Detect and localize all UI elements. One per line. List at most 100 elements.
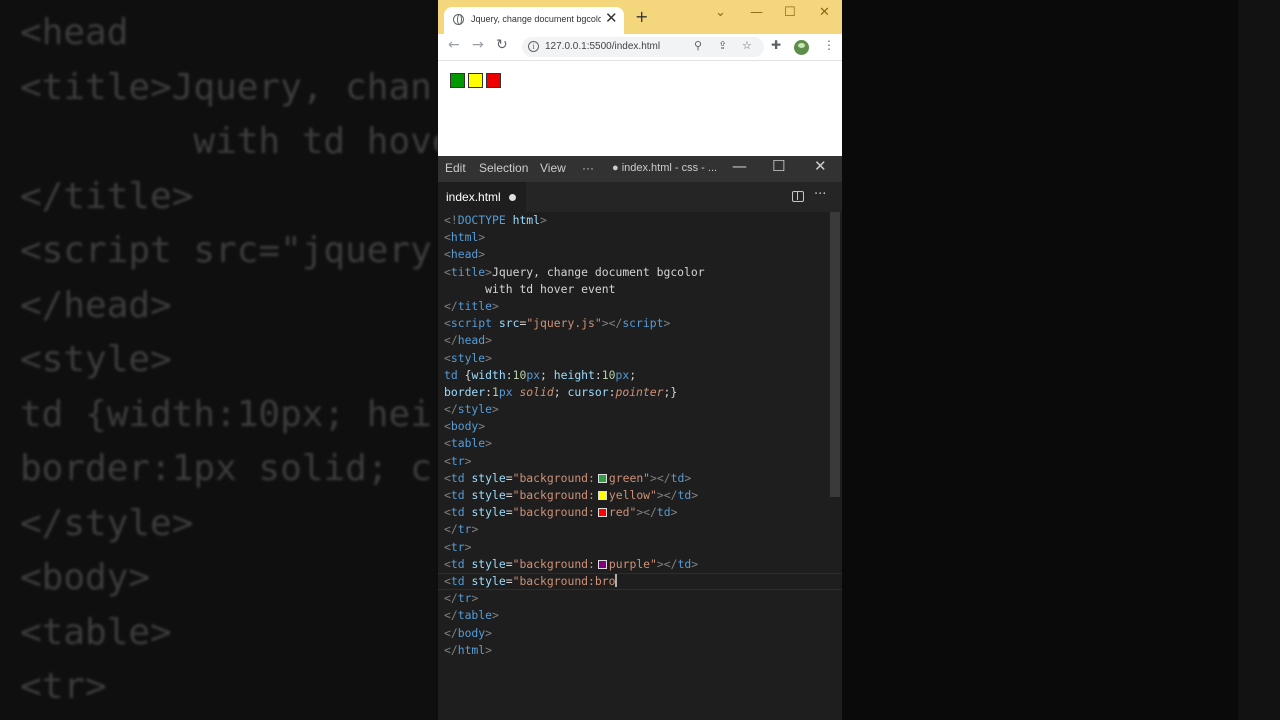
browser-menu-icon[interactable]: ⋮ (823, 39, 835, 51)
back-icon[interactable]: ← (448, 38, 460, 52)
code-token: style (471, 470, 506, 485)
code-token: ; (540, 367, 554, 382)
profile-avatar[interactable] (794, 40, 809, 55)
minimize-icon[interactable]: — (750, 6, 763, 19)
code-token: ></ (650, 470, 671, 485)
code-token: > (464, 453, 472, 468)
unsaved-dot-icon[interactable] (509, 194, 516, 201)
code-token: ></ (601, 316, 623, 331)
color-cell[interactable] (486, 73, 501, 88)
code-token: purple" (608, 556, 657, 571)
code-token: src (498, 316, 520, 331)
zoom-icon[interactable]: ⚲ (694, 39, 702, 52)
code-token: td (450, 556, 465, 571)
code-token: script (450, 316, 493, 331)
info-icon[interactable]: i (528, 41, 539, 52)
code-token: ></ (636, 505, 657, 520)
code-token: DOCTYPE (457, 213, 506, 227)
code-token: > (464, 539, 472, 554)
background-code-line: <table> (20, 611, 172, 653)
menu-selection[interactable]: Selection (479, 161, 528, 175)
color-cell[interactable] (468, 73, 483, 88)
address-bar[interactable]: i 127.0.0.1:5500/index.html ⚲ ⇪ ☆ (522, 37, 764, 57)
reload-icon[interactable]: ↻ (496, 38, 508, 52)
background-code-preview: <head <title>Jquery, chan with td hove </t… (0, 0, 438, 720)
code-token: < (444, 419, 451, 434)
menu-more[interactable]: ··· (582, 161, 594, 175)
more-actions-icon[interactable]: ··· (814, 188, 826, 201)
color-swatch-icon[interactable] (597, 491, 607, 500)
code-token: body (450, 419, 479, 434)
browser-window: Jquery, change document bgcolo ✕ + ⌄ — ☐… (438, 0, 842, 156)
code-token: head (457, 333, 486, 348)
forward-icon[interactable]: → (472, 38, 484, 52)
maximize-icon[interactable]: ☐ (772, 159, 785, 174)
code-token: td (450, 470, 465, 485)
background-code-line: td {width:10px; hei (20, 393, 432, 435)
code-token: cursor (567, 384, 609, 399)
code-token: < (444, 264, 451, 279)
color-swatch-icon[interactable] (597, 559, 607, 569)
menu-view[interactable]: View (540, 161, 566, 175)
code-line: <body> (444, 418, 705, 435)
vscode-window: Edit Selection View ··· ● index.html - c… (438, 156, 842, 720)
browser-tab[interactable]: Jquery, change document bgcolo ✕ (444, 7, 624, 34)
code-token: ; (629, 367, 637, 382)
code-line: <td style="background: green"></td> (444, 470, 705, 487)
address-text[interactable]: 127.0.0.1:5500/index.html (545, 41, 660, 52)
menu-edit[interactable]: Edit (445, 161, 466, 175)
code-line: <script src="jquery.js"></script> (444, 315, 705, 332)
new-tab-button[interactable]: + (635, 9, 648, 25)
code-token: td (444, 367, 458, 382)
maximize-icon[interactable]: ☐ (784, 6, 796, 19)
code-token: td (450, 505, 465, 520)
code-line: </style> (444, 401, 705, 418)
code-token: ></ (656, 488, 678, 502)
background-code-line: <script src="jquery (20, 230, 432, 271)
code-token: </ (444, 591, 458, 606)
color-swatch-icon[interactable] (597, 508, 607, 518)
code-token: </ (444, 642, 458, 657)
code-token: > (540, 213, 547, 227)
code-token: > (691, 556, 699, 571)
code-token: > (485, 436, 493, 451)
code-token: tr (457, 591, 472, 606)
code-token: > (485, 264, 493, 279)
code-line: </head> (444, 332, 705, 349)
code-token: style (471, 488, 506, 502)
split-editor-icon[interactable] (792, 191, 804, 202)
code-line: <tr> (444, 453, 705, 470)
code-token: > (478, 247, 486, 262)
code-token: > (691, 488, 699, 502)
close-icon[interactable]: ✕ (819, 6, 830, 19)
editor-scrollbar-thumb[interactable] (830, 212, 840, 497)
code-token: script (622, 316, 664, 331)
code-token: > (492, 298, 499, 313)
code-token: </ (444, 625, 458, 640)
code-token: px (498, 384, 513, 399)
tab-close-icon[interactable]: ✕ (605, 11, 618, 26)
code-token: title (457, 298, 493, 313)
minimize-icon[interactable]: — (732, 159, 747, 174)
code-token: > (471, 591, 479, 606)
chevron-down-icon[interactable]: ⌄ (715, 6, 726, 19)
code-line: </title> (444, 298, 705, 315)
color-swatch-icon[interactable] (597, 473, 607, 483)
color-cell[interactable] (450, 73, 465, 88)
background-code-line: </style> (20, 502, 194, 544)
code-token: ;} (663, 384, 678, 399)
code-token: html (457, 642, 486, 657)
editor-tab-index-html[interactable]: index.html (438, 182, 526, 212)
code-token: td (677, 556, 692, 571)
code-token: </ (444, 608, 458, 623)
code-token: = (505, 556, 513, 571)
code-token: px (615, 367, 630, 382)
share-icon[interactable]: ⇪ (718, 39, 727, 52)
code-token: > (663, 316, 671, 331)
code-token: > (485, 625, 493, 640)
code-editor[interactable]: <!DOCTYPE html> <html> <head> <title>Jquery… (438, 212, 842, 720)
close-icon[interactable]: ✕ (814, 159, 827, 174)
extensions-icon[interactable]: ✚ (771, 39, 781, 51)
bookmark-star-icon[interactable]: ☆ (742, 39, 752, 52)
